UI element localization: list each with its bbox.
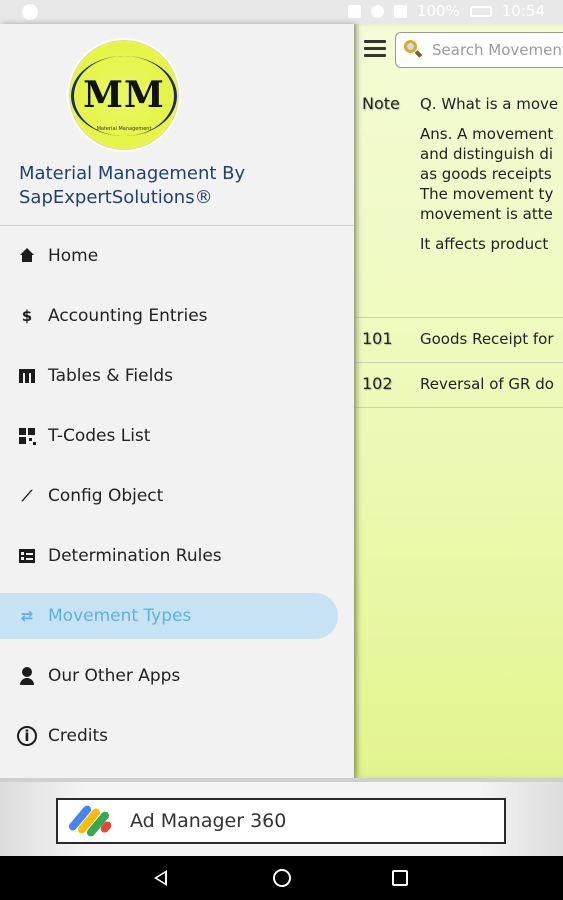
- app-logo: MM Material Management: [67, 38, 181, 152]
- drawer-menu: Home $ Accounting Entries Tables & Field…: [0, 226, 354, 766]
- nav-item-home[interactable]: Home: [0, 226, 354, 286]
- note-line: and distinguish di: [420, 145, 554, 163]
- nav-item-label: Credits: [48, 726, 108, 746]
- system-navigation-bar: [0, 856, 563, 900]
- do-not-disturb-icon: [370, 4, 384, 18]
- hamburger-icon: [364, 40, 386, 43]
- table-row[interactable]: 102 Reversal of GR do: [352, 363, 563, 408]
- logo-tagline: Material Management: [96, 126, 152, 132]
- table-row[interactable]: Note Q. What is a move Ans. A movement a…: [352, 86, 563, 318]
- back-icon[interactable]: [154, 870, 167, 886]
- nav-item-config-object[interactable]: ⟋ Config Object: [0, 466, 354, 526]
- clock: 10:54: [501, 2, 545, 20]
- ad-label: Ad Manager 360: [130, 810, 287, 832]
- note-line: movement is atte: [420, 205, 553, 223]
- main-content: Note Q. What is a move Ans. A movement a…: [352, 24, 563, 778]
- table-icon: [17, 366, 37, 386]
- nav-item-label: Accounting Entries: [48, 306, 208, 326]
- trending-icon: ⟋: [21, 487, 33, 505]
- wifi-icon: [393, 4, 407, 18]
- search-input[interactable]: [432, 41, 563, 59]
- qr-code-icon: [17, 426, 37, 446]
- note-line: The movement ty: [420, 185, 554, 203]
- nav-item-credits[interactable]: i Credits: [0, 706, 354, 766]
- nav-item-tables-fields[interactable]: Tables & Fields: [0, 346, 354, 406]
- top-bar: [352, 24, 563, 78]
- nav-item-label: Config Object: [48, 486, 164, 506]
- nav-item-label: Determination Rules: [48, 546, 222, 566]
- row-code: Note: [362, 94, 400, 113]
- status-icons: 100% 10:54: [347, 2, 545, 20]
- row-code: 101: [362, 329, 393, 348]
- row-description: Reversal of GR do: [420, 375, 554, 393]
- info-icon: i: [17, 726, 37, 746]
- app-title: Material Management By SapExpertSolution…: [19, 163, 246, 208]
- search-icon: [402, 39, 424, 61]
- rules-icon: [17, 546, 37, 566]
- nav-item-label: Home: [48, 246, 99, 266]
- table-row[interactable]: 101 Goods Receipt for: [352, 318, 563, 363]
- nav-item-accounting-entries[interactable]: $ Accounting Entries: [0, 286, 354, 346]
- note-line: Ans. A movement: [420, 125, 554, 143]
- navigation-drawer: MM Material Management Material Manageme…: [0, 24, 354, 778]
- row-description: Q. What is a move Ans. A movement and di…: [420, 94, 558, 317]
- nav-item-tcodes-list[interactable]: T-Codes List: [0, 406, 354, 466]
- nav-item-movement-types[interactable]: ⇄ Movement Types: [0, 593, 338, 639]
- home-icon: [17, 246, 37, 266]
- status-bar: 100% 10:54: [0, 0, 563, 24]
- ad-manager-logo-icon: [67, 803, 113, 839]
- note-line: Q. What is a move: [420, 95, 559, 113]
- nav-item-label: Movement Types: [48, 606, 192, 626]
- nav-item-our-other-apps[interactable]: Our Other Apps: [0, 646, 354, 706]
- movement-types-table: Note Q. What is a move Ans. A movement a…: [352, 86, 563, 408]
- menu-button[interactable]: [364, 40, 386, 60]
- battery-icon: [469, 5, 492, 17]
- note-line: as goods receipts: [420, 165, 552, 183]
- row-description: Goods Receipt for: [420, 330, 554, 348]
- row-code: 102: [362, 374, 393, 393]
- person-icon: [17, 666, 37, 686]
- ad-banner[interactable]: Ad Manager 360: [56, 798, 506, 844]
- recent-apps-icon[interactable]: [392, 870, 408, 886]
- notification-icon: [22, 4, 38, 20]
- nav-item-label: T-Codes List: [48, 426, 151, 446]
- bluetooth-icon: [347, 4, 361, 18]
- battery-percent: 100%: [416, 2, 460, 20]
- nav-item-label: Tables & Fields: [48, 366, 173, 386]
- logo-letters: MM: [83, 74, 165, 116]
- swap-arrows-icon: ⇄: [20, 607, 34, 625]
- dollar-icon: $: [21, 307, 33, 325]
- home-button-icon[interactable]: [273, 869, 291, 887]
- search-bar[interactable]: [395, 32, 563, 68]
- nav-item-label: Our Other Apps: [48, 666, 181, 686]
- note-line: It affects product: [420, 235, 549, 253]
- ad-area: Ad Manager 360: [0, 778, 563, 856]
- drawer-header: MM Material Management Material Manageme…: [0, 24, 354, 226]
- nav-item-determination-rules[interactable]: Determination Rules: [0, 526, 354, 586]
